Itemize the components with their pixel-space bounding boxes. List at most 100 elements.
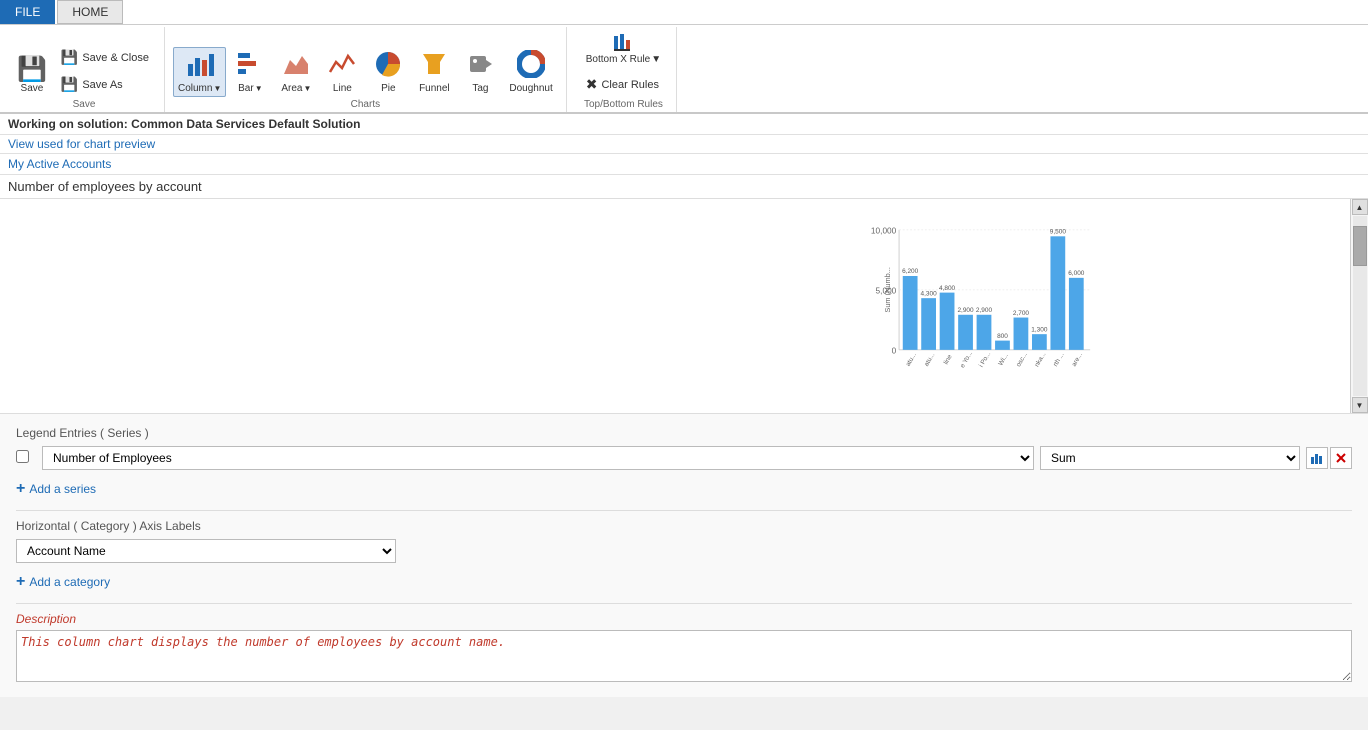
svg-text:0: 0 xyxy=(892,346,897,356)
add-series-icon: + xyxy=(16,480,25,498)
svg-text:osc...: osc... xyxy=(1015,351,1029,368)
svg-text:atu...: atu... xyxy=(923,352,936,368)
svg-text:10,000: 10,000 xyxy=(871,226,897,236)
bar-7 xyxy=(1014,318,1029,350)
chart-area-button[interactable]: Area ▼ xyxy=(274,47,318,97)
funnel-chart-icon xyxy=(420,50,448,82)
area-chart-icon xyxy=(282,50,310,82)
save-as-button[interactable]: 💾 Save As xyxy=(54,72,156,97)
add-category-icon: + xyxy=(16,573,25,591)
category-field-select[interactable]: Account Name xyxy=(16,539,396,563)
series-checkbox[interactable] xyxy=(16,450,29,463)
tag-chart-icon xyxy=(466,50,494,82)
category-row: Account Name xyxy=(16,539,1352,563)
svg-text:800: 800 xyxy=(997,333,1008,340)
doughnut-chart-icon xyxy=(517,50,545,82)
save-as-icon: 💾 xyxy=(61,76,78,93)
line-chart-icon xyxy=(328,50,356,82)
ribbon-charts-group: Column ▼ Bar ▼ Area ▼ Line xyxy=(165,27,567,112)
bar-3 xyxy=(940,293,955,350)
chart-container: 10,000 5,000 0 Sum (Numb... 6,200 4,300 … xyxy=(864,221,1104,391)
bar-10 xyxy=(1069,278,1084,350)
chart-pie-button[interactable]: Pie xyxy=(366,47,410,97)
chart-line-button[interactable]: Line xyxy=(320,47,364,97)
svg-text:nka...: nka... xyxy=(1034,351,1048,368)
chart-bar-button[interactable]: Bar ▼ xyxy=(228,47,272,97)
tab-bar: FILE HOME xyxy=(0,0,1368,25)
series-field-select[interactable]: Number of Employees xyxy=(42,446,1034,470)
series-delete-icon-btn[interactable] xyxy=(1330,447,1352,469)
series-row: Number of Employees Sum xyxy=(16,446,1352,470)
svg-text:Wi...: Wi... xyxy=(997,352,1010,367)
add-category-button[interactable]: + Add a category xyxy=(16,569,1352,595)
bar-6 xyxy=(995,341,1010,350)
view-bar: View used for chart preview xyxy=(0,135,1368,154)
chart-area: 10,000 5,000 0 Sum (Numb... 6,200 4,300 … xyxy=(0,199,1368,414)
ribbon-topbottom-group: Bottom X Rule ▼ ✖ Clear Rules Top/Bottom… xyxy=(567,27,677,112)
account-bar[interactable]: My Active Accounts xyxy=(0,154,1368,175)
svg-text:1,300: 1,300 xyxy=(1031,326,1048,333)
svg-text:9,500: 9,500 xyxy=(1050,229,1067,236)
tab-home[interactable]: HOME xyxy=(57,0,123,24)
description-label: Description xyxy=(16,612,1352,626)
chart-type-items: Column ▼ Bar ▼ Area ▼ Line xyxy=(173,29,558,97)
scroll-down-button[interactable]: ▼ xyxy=(1352,397,1368,413)
clear-icon: ✖ xyxy=(586,76,598,93)
svg-text:6,000: 6,000 xyxy=(1068,270,1085,277)
series-icon-bar xyxy=(1306,447,1352,469)
bar-9 xyxy=(1050,236,1065,350)
column-chart-icon xyxy=(186,50,214,82)
category-section-label: Horizontal ( Category ) Axis Labels xyxy=(16,519,1352,533)
svg-text:are...: are... xyxy=(1071,351,1085,367)
clear-rules-button[interactable]: ✖ Clear Rules xyxy=(579,72,666,97)
save-items: 💾 Save 💾 Save & Close 💾 Save As xyxy=(12,29,156,97)
view-preview-link[interactable]: View used for chart preview xyxy=(8,137,155,151)
ribbon-rules: ✖ Clear Rules xyxy=(579,72,666,97)
scroll-up-button[interactable]: ▲ xyxy=(1352,199,1368,215)
chart-scrollbar[interactable]: ▲ ▼ xyxy=(1350,199,1368,413)
save-close-button[interactable]: 💾 Save & Close xyxy=(54,45,156,70)
ribbon: 💾 Save 💾 Save & Close 💾 Save As Save xyxy=(0,25,1368,114)
bar-8 xyxy=(1032,334,1047,350)
bar-5 xyxy=(977,315,992,350)
top-x-rule-button[interactable]: Bottom X Rule ▼ xyxy=(579,29,668,68)
save-icon: 💾 xyxy=(17,58,47,82)
add-series-button[interactable]: + Add a series xyxy=(16,476,1352,502)
svg-text:Sum (Numb...: Sum (Numb... xyxy=(883,267,892,313)
svg-text:6,200: 6,200 xyxy=(902,268,919,275)
divider-1 xyxy=(16,510,1352,511)
legend-section-label: Legend Entries ( Series ) xyxy=(16,426,1352,440)
svg-text:rth ...: rth ... xyxy=(1052,351,1066,367)
editor-area: Legend Entries ( Series ) Number of Empl… xyxy=(0,414,1368,697)
series-aggr-select[interactable]: Sum xyxy=(1040,446,1300,470)
scroll-thumb[interactable] xyxy=(1353,226,1367,266)
chart-column-button[interactable]: Column ▼ xyxy=(173,47,226,97)
chart-funnel-button[interactable]: Funnel xyxy=(412,47,456,97)
svg-text:e Yo...: e Yo... xyxy=(959,350,974,369)
bar-chart-icon xyxy=(236,50,264,82)
svg-text:2,900: 2,900 xyxy=(976,307,993,314)
ribbon-save-group: 💾 Save 💾 Save & Close 💾 Save As Save xyxy=(4,27,165,112)
bar-4 xyxy=(958,315,973,350)
svg-text:2,700: 2,700 xyxy=(1013,310,1030,317)
svg-text:2,900: 2,900 xyxy=(957,307,974,314)
chart-doughnut-button[interactable]: Doughnut xyxy=(504,47,557,97)
working-bar: Working on solution: Common Data Service… xyxy=(0,114,1368,135)
chart-svg: 10,000 5,000 0 Sum (Numb... 6,200 4,300 … xyxy=(864,221,1104,391)
pie-chart-icon xyxy=(374,50,402,82)
top-x-icon xyxy=(612,32,634,54)
bar-1 xyxy=(903,276,918,350)
topbottom-items: Bottom X Rule ▼ ✖ Clear Rules xyxy=(579,29,668,97)
scroll-track xyxy=(1353,216,1367,396)
svg-text:i Po...: i Po... xyxy=(978,351,992,369)
svg-text:4,300: 4,300 xyxy=(921,290,938,297)
series-checkbox-col xyxy=(16,450,36,466)
series-bar-chart-icon-btn[interactable] xyxy=(1306,447,1328,469)
save-button[interactable]: 💾 Save xyxy=(12,55,52,97)
description-textarea[interactable]: This column chart displays the number of… xyxy=(16,630,1352,682)
save-close-icon: 💾 xyxy=(61,49,78,66)
divider-2 xyxy=(16,603,1352,604)
tab-file[interactable]: FILE xyxy=(0,0,55,24)
svg-text:4,800: 4,800 xyxy=(939,285,956,292)
chart-tag-button[interactable]: Tag xyxy=(458,47,502,97)
